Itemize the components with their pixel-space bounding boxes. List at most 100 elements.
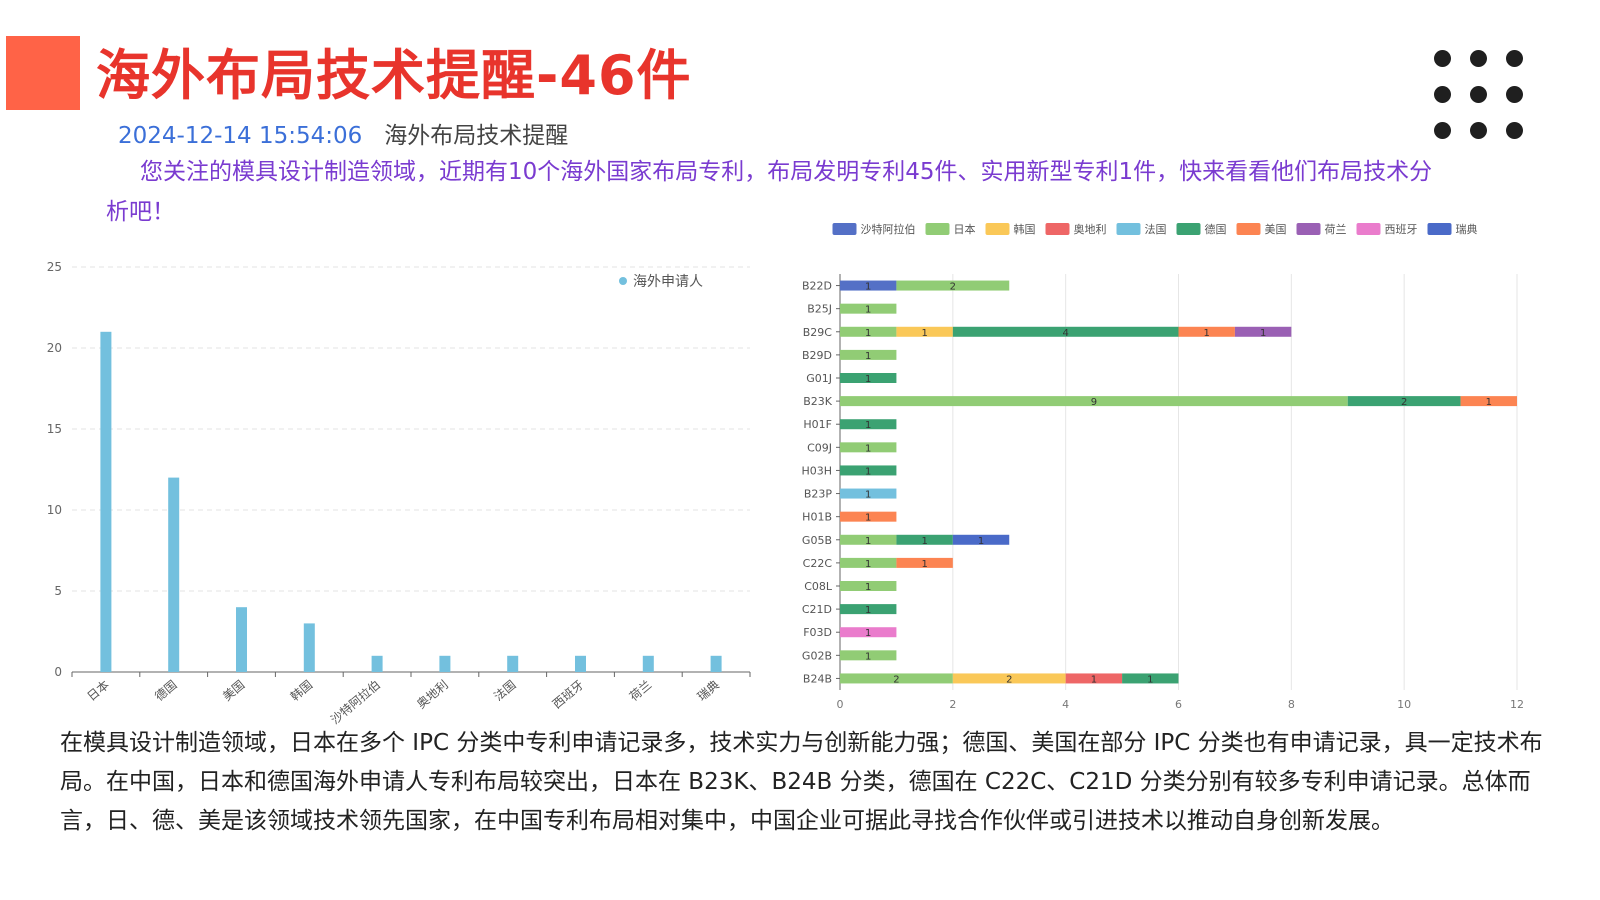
bar [168, 477, 180, 672]
y-tick-label: 20 [47, 341, 62, 355]
x-tick-label: 韩国 [287, 677, 315, 704]
bar [236, 607, 247, 672]
y-tick-label: H03H [801, 464, 832, 477]
legend-swatch [1045, 223, 1070, 235]
post-meta: 2024-12-14 15:54:06 海外布局技术提醒 [118, 116, 568, 150]
data-label: 1 [865, 282, 871, 293]
legend-label: 美国 [1265, 223, 1287, 236]
x-tick-label: 荷兰 [627, 678, 654, 704]
legend-label: 海外申请人 [633, 274, 703, 290]
legend-label: 沙特阿拉伯 [861, 222, 916, 236]
data-label: 1 [865, 466, 871, 477]
x-tick-label: 奥地利 [414, 678, 451, 712]
bar [371, 655, 383, 672]
y-tick-label: C08L [804, 580, 833, 593]
y-tick-label: 5 [54, 584, 62, 598]
x-tick-label: 美国 [220, 678, 247, 704]
y-tick-label: C21D [802, 603, 832, 616]
data-label: 1 [1091, 674, 1097, 685]
y-tick-label: B23P [804, 488, 833, 501]
bar [642, 655, 654, 672]
y-tick-label: B29C [803, 326, 833, 339]
legend-marker [619, 277, 627, 285]
legend-label: 荷兰 [1325, 223, 1347, 236]
data-label: 1 [1204, 328, 1210, 339]
legend-label: 奥地利 [1074, 222, 1107, 236]
y-tick-label: B22D [802, 280, 832, 293]
data-label: 2 [893, 674, 899, 685]
legend: 海外申请人 [619, 274, 703, 290]
bar [710, 655, 722, 672]
accent-block [6, 36, 80, 110]
x-tick-label: 日本 [84, 678, 111, 704]
data-label: 1 [865, 443, 871, 454]
legend-swatch [1236, 223, 1261, 235]
data-label: 1 [978, 536, 984, 547]
y-tick-label: H01B [802, 511, 832, 524]
data-label: 1 [865, 490, 871, 501]
y-tick-label: G02B [802, 649, 832, 662]
legend-swatch [1356, 223, 1381, 235]
legend-label: 瑞典 [1456, 222, 1478, 236]
y-tick-label: B29D [802, 349, 832, 362]
category-label: 海外布局技术提醒 [384, 123, 569, 149]
y-tick-label: C09J [807, 441, 832, 454]
summary-text: 在模具设计制造领域，日本在多个 IPC 分类中专利申请记录多，技术实力与创新能力… [60, 730, 1543, 834]
legend-swatch [832, 223, 857, 235]
x-tick-label: 沙特阿拉伯 [327, 677, 383, 727]
data-label: 1 [865, 605, 871, 616]
data-label: 1 [865, 628, 871, 639]
bar [303, 623, 315, 672]
timestamp: 2024-12-14 15:54:06 [118, 123, 363, 149]
y-tick-label: G05B [802, 534, 832, 547]
x-tick-label: 12 [1510, 698, 1524, 711]
data-label: 1 [865, 513, 871, 524]
y-tick-label: G01J [806, 372, 832, 385]
y-tick-label: 15 [47, 422, 62, 436]
legend-swatch [1176, 223, 1201, 235]
y-tick-label: C22C [803, 557, 833, 570]
x-tick-label: 德国 [152, 677, 180, 704]
data-label: 1 [921, 328, 927, 339]
legend-swatch [1296, 223, 1321, 235]
y-tick-label: B24B [803, 672, 832, 685]
ipc-stacked-bar-chart: 0 2 4 6 8 10 12B22D 1 2B25J 1B29C 1 1 4 1 1B29D 1G01J 1B… [801, 222, 1524, 711]
y-tick-label: 0 [54, 665, 62, 679]
x-tick-label: 4 [1062, 698, 1069, 711]
bar [575, 655, 586, 672]
data-label: 2 [1401, 397, 1407, 408]
bar [100, 331, 112, 672]
legend-label: 德国 [1205, 222, 1227, 236]
data-label: 1 [865, 305, 871, 316]
data-label: 2 [1006, 674, 1012, 685]
legend-label: 法国 [1145, 222, 1167, 236]
data-label: 1 [1260, 328, 1266, 339]
x-tick-label: 西班牙 [550, 678, 587, 712]
legend-label: 韩国 [1014, 222, 1036, 236]
y-tick-label: B25J [807, 303, 832, 316]
x-tick-label: 6 [1175, 698, 1182, 711]
x-tick-label: 10 [1397, 698, 1411, 711]
data-label: 1 [865, 582, 871, 593]
x-tick-label: 瑞典 [695, 678, 722, 704]
x-tick-label: 2 [949, 698, 956, 711]
data-label: 1 [865, 420, 871, 431]
data-label: 1 [865, 328, 871, 339]
legend-swatch [985, 223, 1010, 235]
y-tick-label: 25 [47, 260, 62, 274]
data-label: 1 [865, 559, 871, 570]
page-title: 海外布局技术提醒-46件 [96, 44, 692, 107]
data-label: 1 [921, 559, 927, 570]
data-label: 4 [1062, 328, 1068, 339]
grid-dots-icon[interactable] [1432, 48, 1528, 144]
x-tick-label: 0 [837, 698, 844, 711]
legend-swatch [925, 223, 950, 235]
y-tick-label: B23K [803, 395, 833, 408]
legend-swatch [1116, 223, 1141, 235]
data-label: 1 [865, 536, 871, 547]
y-tick-label: H01F [803, 418, 832, 431]
y-tick-label: F03D [803, 626, 832, 639]
data-label: 1 [1486, 397, 1492, 408]
legend-label: 西班牙 [1385, 223, 1418, 236]
data-label: 1 [865, 374, 871, 385]
